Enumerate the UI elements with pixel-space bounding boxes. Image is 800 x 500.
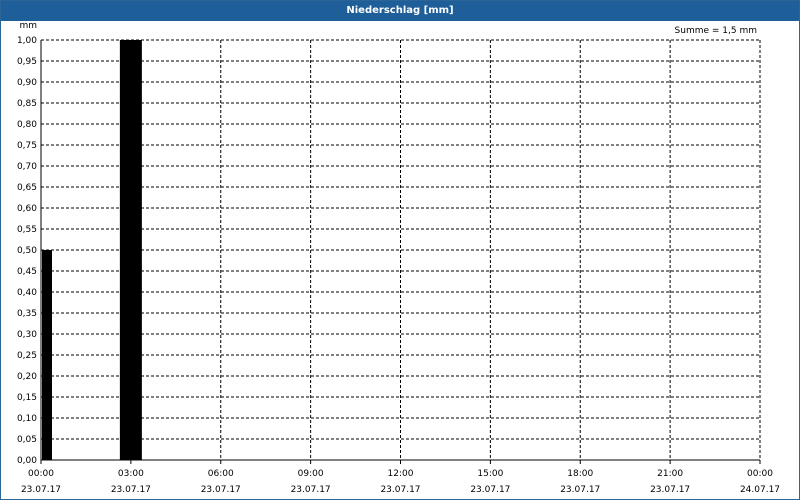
y-tick-label: 0,20 <box>17 372 37 382</box>
precipitation-chart: 0,00 0,05 0,10 0,15 0,20 0,25 0,30 0,35 0,40 0,45… <box>17 21 780 495</box>
x-tick-date: 23.07.17 <box>560 485 600 495</box>
x-tick-date: 23.07.17 <box>291 485 331 495</box>
y-tick-label: 0,80 <box>17 120 37 130</box>
x-tick-time: 09:00 <box>298 469 324 479</box>
y-tick-label: 0,70 <box>17 162 37 172</box>
precipitation-bar <box>42 250 52 460</box>
x-tick-date: 23.07.17 <box>111 485 151 495</box>
y-tick-label: 0,30 <box>17 330 37 340</box>
x-tick-date: 23.07.17 <box>21 485 61 495</box>
y-tick-label: 0,10 <box>17 414 37 424</box>
y-tick-label: 0,50 <box>17 246 37 256</box>
y-tick-label: 0,90 <box>17 78 37 88</box>
y-tick-label: 0,60 <box>17 204 37 214</box>
y-tick-label: 0,85 <box>17 99 37 109</box>
y-tick-label: 0,75 <box>17 141 37 151</box>
y-tick-label: 0,15 <box>17 393 37 403</box>
x-tick-date: 23.07.17 <box>201 485 241 495</box>
y-tick-label: 0,00 <box>17 456 37 466</box>
y-tick-label: 1,00 <box>17 36 37 46</box>
y-tick-label: 0,25 <box>17 351 37 361</box>
precipitation-bar <box>119 40 142 460</box>
x-tick-time: 15:00 <box>477 469 503 479</box>
x-tick-time: 00:00 <box>28 469 54 479</box>
y-tick-label: 0,05 <box>17 435 37 445</box>
x-tick-time: 12:00 <box>388 469 414 479</box>
x-tick-time: 00:00 <box>747 469 773 479</box>
y-tick-label: 0,40 <box>17 288 37 298</box>
x-tick-time: 18:00 <box>567 469 593 479</box>
y-axis-label: mm <box>19 21 37 31</box>
x-tick-date: 23.07.17 <box>650 485 690 495</box>
y-tick-label: 0,95 <box>17 57 37 67</box>
x-tick-date: 23.07.17 <box>380 485 420 495</box>
y-tick-label: 0,45 <box>17 267 37 277</box>
y-tick-label: 0,35 <box>17 309 37 319</box>
x-tick-date: 23.07.17 <box>470 485 510 495</box>
x-tick-time: 21:00 <box>657 469 683 479</box>
x-tick-time: 03:00 <box>118 469 144 479</box>
y-tick-label: 0,65 <box>17 183 37 193</box>
x-tick-time: 06:00 <box>208 469 234 479</box>
x-tick-date: 24.07.17 <box>740 485 780 495</box>
y-tick-label: 0,55 <box>17 225 37 235</box>
